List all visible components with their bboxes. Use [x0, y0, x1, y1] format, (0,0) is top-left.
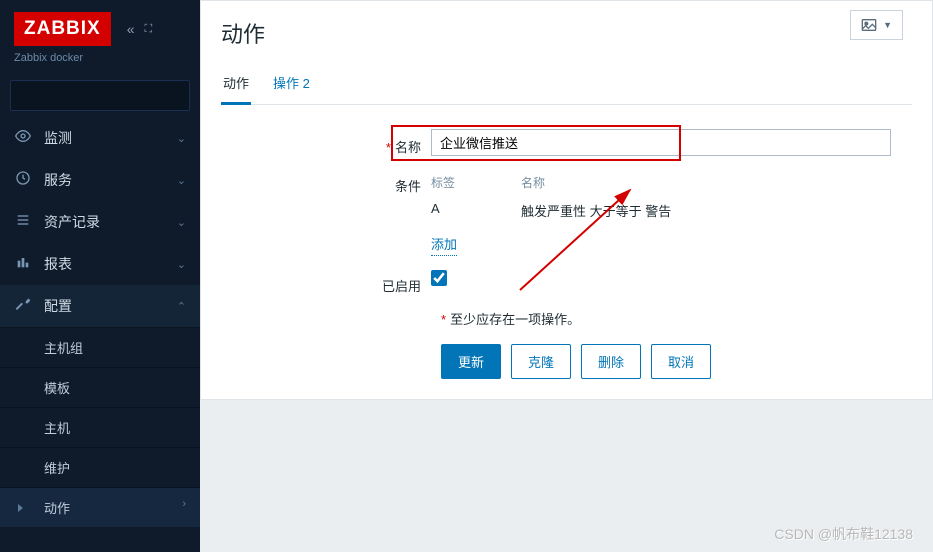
chevron-down-icon: ⌄	[177, 132, 186, 145]
cond-name: 触发严重性 大于等于 警告	[521, 201, 671, 220]
nav-label: 资产记录	[44, 212, 165, 232]
clone-button[interactable]: 克隆	[511, 344, 571, 379]
name-input[interactable]	[431, 129, 891, 156]
chevron-down-icon: ⌄	[177, 174, 186, 187]
condition-row: A 触发严重性 大于等于 警告	[431, 195, 912, 226]
enabled-row: 已启用	[221, 270, 912, 295]
name-row: *名称	[221, 129, 912, 156]
fullscreen-icon[interactable]: ⛶	[145, 23, 153, 36]
sub-label: 主机组	[44, 341, 83, 356]
chevron-right-icon: ›	[182, 498, 186, 510]
nav-inventory[interactable]: 资产记录 ⌄	[0, 201, 200, 243]
nav-label: 报表	[44, 254, 165, 274]
sidebar-item-hostgroups[interactable]: 主机组	[0, 327, 200, 367]
warning-text: 至少应存在一项操作。	[450, 312, 580, 327]
page-title: 动作	[221, 17, 912, 49]
nav-section: 监测 ⌄ 服务 ⌄ 资产记录 ⌄ 报表 ⌄	[0, 117, 200, 527]
tab-action[interactable]: 动作	[221, 65, 251, 105]
cancel-button[interactable]: 取消	[651, 344, 711, 379]
main-content: ▼ 动作 动作 操作 2 *名称 条件	[200, 0, 933, 552]
sub-label: 维护	[44, 461, 70, 476]
nav-monitoring[interactable]: 监测 ⌄	[0, 117, 200, 159]
logo-row: ZABBIX « ⛶	[0, 0, 200, 52]
delete-button[interactable]: 删除	[581, 344, 641, 379]
update-button[interactable]: 更新	[441, 344, 501, 379]
chevron-down-icon: ⌄	[177, 258, 186, 271]
name-label: *名称	[221, 129, 431, 156]
nav-label: 监测	[44, 128, 165, 148]
tab-label: 动作	[223, 76, 249, 91]
nav-reports[interactable]: 报表 ⌄	[0, 243, 200, 285]
content-card: 动作 动作 操作 2 *名称 条件 标签	[200, 0, 933, 400]
sub-label: 动作	[44, 501, 70, 516]
conditions-header: 标签 名称	[431, 170, 912, 195]
enabled-checkbox[interactable]	[431, 270, 447, 286]
clock-icon	[14, 170, 32, 190]
chevron-down-icon: ⌄	[177, 216, 186, 229]
sidebar-item-actions[interactable]: 动作 ›	[0, 487, 200, 527]
export-button[interactable]: ▼	[850, 10, 903, 40]
col-label: 标签	[431, 174, 521, 191]
button-row: 更新 克隆 删除 取消	[221, 344, 912, 379]
conditions-row: 条件 标签 名称 A 触发严重性 大于等于 警告 添加	[221, 170, 912, 256]
nav-label: 服务	[44, 170, 165, 190]
conditions-label: 条件	[221, 170, 431, 195]
search-box	[10, 80, 190, 111]
sub-label: 模板	[44, 381, 70, 396]
server-name: Zabbix docker	[0, 52, 200, 74]
sidebar-item-maintenance[interactable]: 维护	[0, 447, 200, 487]
conditions-table: 标签 名称 A 触发严重性 大于等于 警告	[431, 170, 912, 226]
tabs: 动作 操作 2	[221, 53, 912, 105]
warning-row: *至少应存在一项操作。	[221, 309, 912, 328]
wrench-icon	[14, 296, 32, 316]
cond-label: A	[431, 201, 521, 220]
chart-icon	[14, 254, 32, 274]
sidebar: ZABBIX « ⛶ Zabbix docker 监测 ⌄ 服务 ⌄	[0, 0, 200, 552]
search-row	[0, 74, 200, 117]
chevron-up-icon: ⌃	[177, 300, 186, 313]
watermark: CSDN @帆布鞋12138	[774, 524, 913, 544]
sidebar-item-hosts[interactable]: 主机	[0, 407, 200, 447]
collapse-icon[interactable]: «	[127, 21, 135, 37]
sub-label: 主机	[44, 421, 70, 436]
brand-logo[interactable]: ZABBIX	[14, 12, 111, 46]
list-icon	[14, 212, 32, 232]
sidebar-item-templates[interactable]: 模板	[0, 367, 200, 407]
col-name: 名称	[521, 174, 545, 191]
add-condition-link[interactable]: 添加	[431, 234, 457, 256]
enabled-label: 已启用	[221, 270, 431, 295]
tab-operations[interactable]: 操作 2	[271, 65, 312, 104]
action-form: *名称 条件 标签 名称 A 触发严	[221, 129, 912, 379]
image-icon	[861, 18, 877, 32]
nav-label: 配置	[44, 296, 165, 316]
tab-label: 操作 2	[273, 76, 310, 91]
search-input[interactable]	[11, 81, 203, 110]
eye-icon	[14, 128, 32, 148]
caret-down-icon: ▼	[883, 20, 892, 30]
nav-services[interactable]: 服务 ⌄	[0, 159, 200, 201]
nav-configuration[interactable]: 配置 ⌃	[0, 285, 200, 327]
